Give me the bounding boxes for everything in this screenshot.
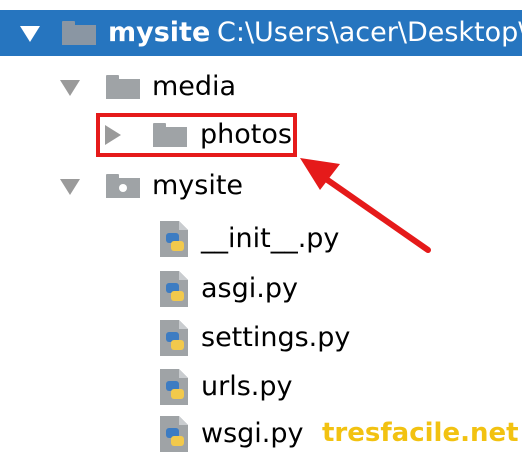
watermark-text: tresfacile.net — [322, 418, 519, 448]
python-file-icon — [160, 369, 188, 405]
media-folder-label: media — [152, 71, 237, 102]
highlight-box — [96, 113, 297, 157]
red-arrow-annotation — [300, 158, 431, 253]
tree-row-package[interactable]: mysite — [0, 162, 522, 212]
expand-arrow-icon[interactable] — [60, 179, 80, 195]
root-folder-label: mysite — [108, 17, 211, 48]
project-tree: mysite C:\Users\acer\Desktop\ media phot… — [0, 0, 522, 459]
tree-row-file[interactable]: asgi.py — [0, 264, 522, 314]
python-file-icon — [160, 271, 188, 307]
package-folder-icon — [106, 174, 140, 198]
folder-icon — [106, 75, 140, 99]
expand-arrow-icon[interactable] — [20, 26, 40, 42]
root-folder-path: C:\Users\acer\Desktop\ — [217, 17, 522, 48]
python-file-icon — [160, 221, 188, 257]
python-file-icon — [160, 320, 188, 356]
tree-row-file[interactable]: __init__.py — [0, 214, 522, 264]
tree-row-file[interactable]: settings.py — [0, 313, 522, 363]
tree-row-file[interactable]: urls.py — [0, 362, 522, 412]
file-label: wsgi.py — [201, 418, 304, 449]
file-label: urls.py — [201, 371, 293, 402]
file-label: settings.py — [201, 322, 351, 353]
folder-icon — [62, 21, 96, 45]
package-folder-label: mysite — [152, 170, 244, 201]
python-file-icon — [160, 416, 188, 452]
expand-arrow-icon[interactable] — [60, 80, 80, 96]
file-label: asgi.py — [201, 273, 298, 304]
tree-row-root[interactable]: mysite C:\Users\acer\Desktop\ — [0, 10, 522, 56]
tree-row-media[interactable]: media — [0, 63, 522, 113]
